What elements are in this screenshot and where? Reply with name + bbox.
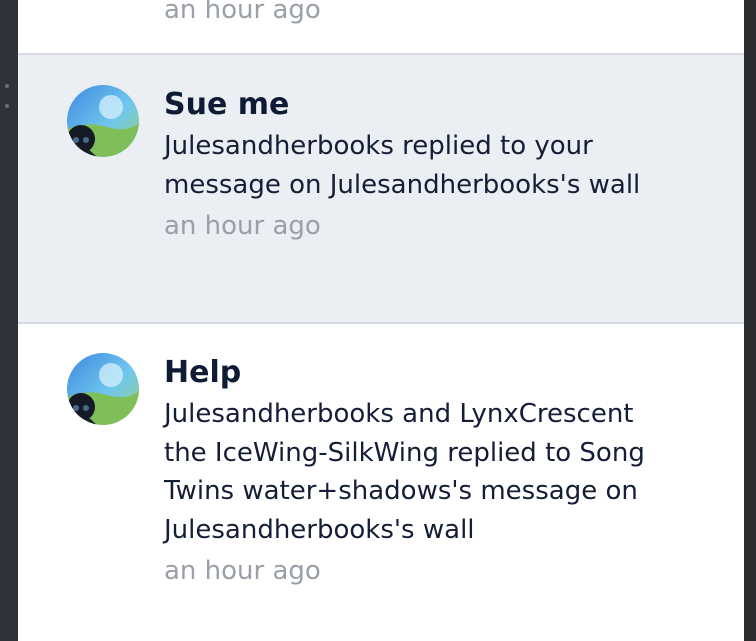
avatar-image [67,85,139,157]
notification-message: Julesandherbooks replied to your message… [164,131,641,200]
edge-dot [5,104,9,108]
screen: an hour ago Sue me Julesandherbooks repl… [0,0,756,641]
notification-timestamp: an hour ago [164,0,321,25]
avatar [67,85,139,157]
notification-message: Julesandherbooks and LynxCrescent the Ic… [164,399,645,545]
notification-content: an hour ago [164,0,664,26]
notification-item[interactable]: Help Julesandherbooks and LynxCrescent t… [18,324,744,641]
notification-item-unread[interactable]: Sue me Julesandherbooks replied to your … [18,55,744,324]
notification-title: Help [164,355,242,390]
edge-dot [5,84,9,88]
notification-content: Sue me Julesandherbooks replied to your … [164,87,664,242]
notifications-panel: an hour ago Sue me Julesandherbooks repl… [18,0,744,641]
notification-item[interactable]: an hour ago [18,0,744,55]
notification-timestamp: an hour ago [164,211,321,241]
notification-title: Sue me [164,87,290,122]
avatar-image [67,353,139,425]
scrollbar-track[interactable] [744,0,756,641]
avatar [67,353,139,425]
notification-timestamp: an hour ago [164,556,321,586]
background-page-edge [0,0,18,641]
notification-content: Help Julesandherbooks and LynxCrescent t… [164,355,664,587]
